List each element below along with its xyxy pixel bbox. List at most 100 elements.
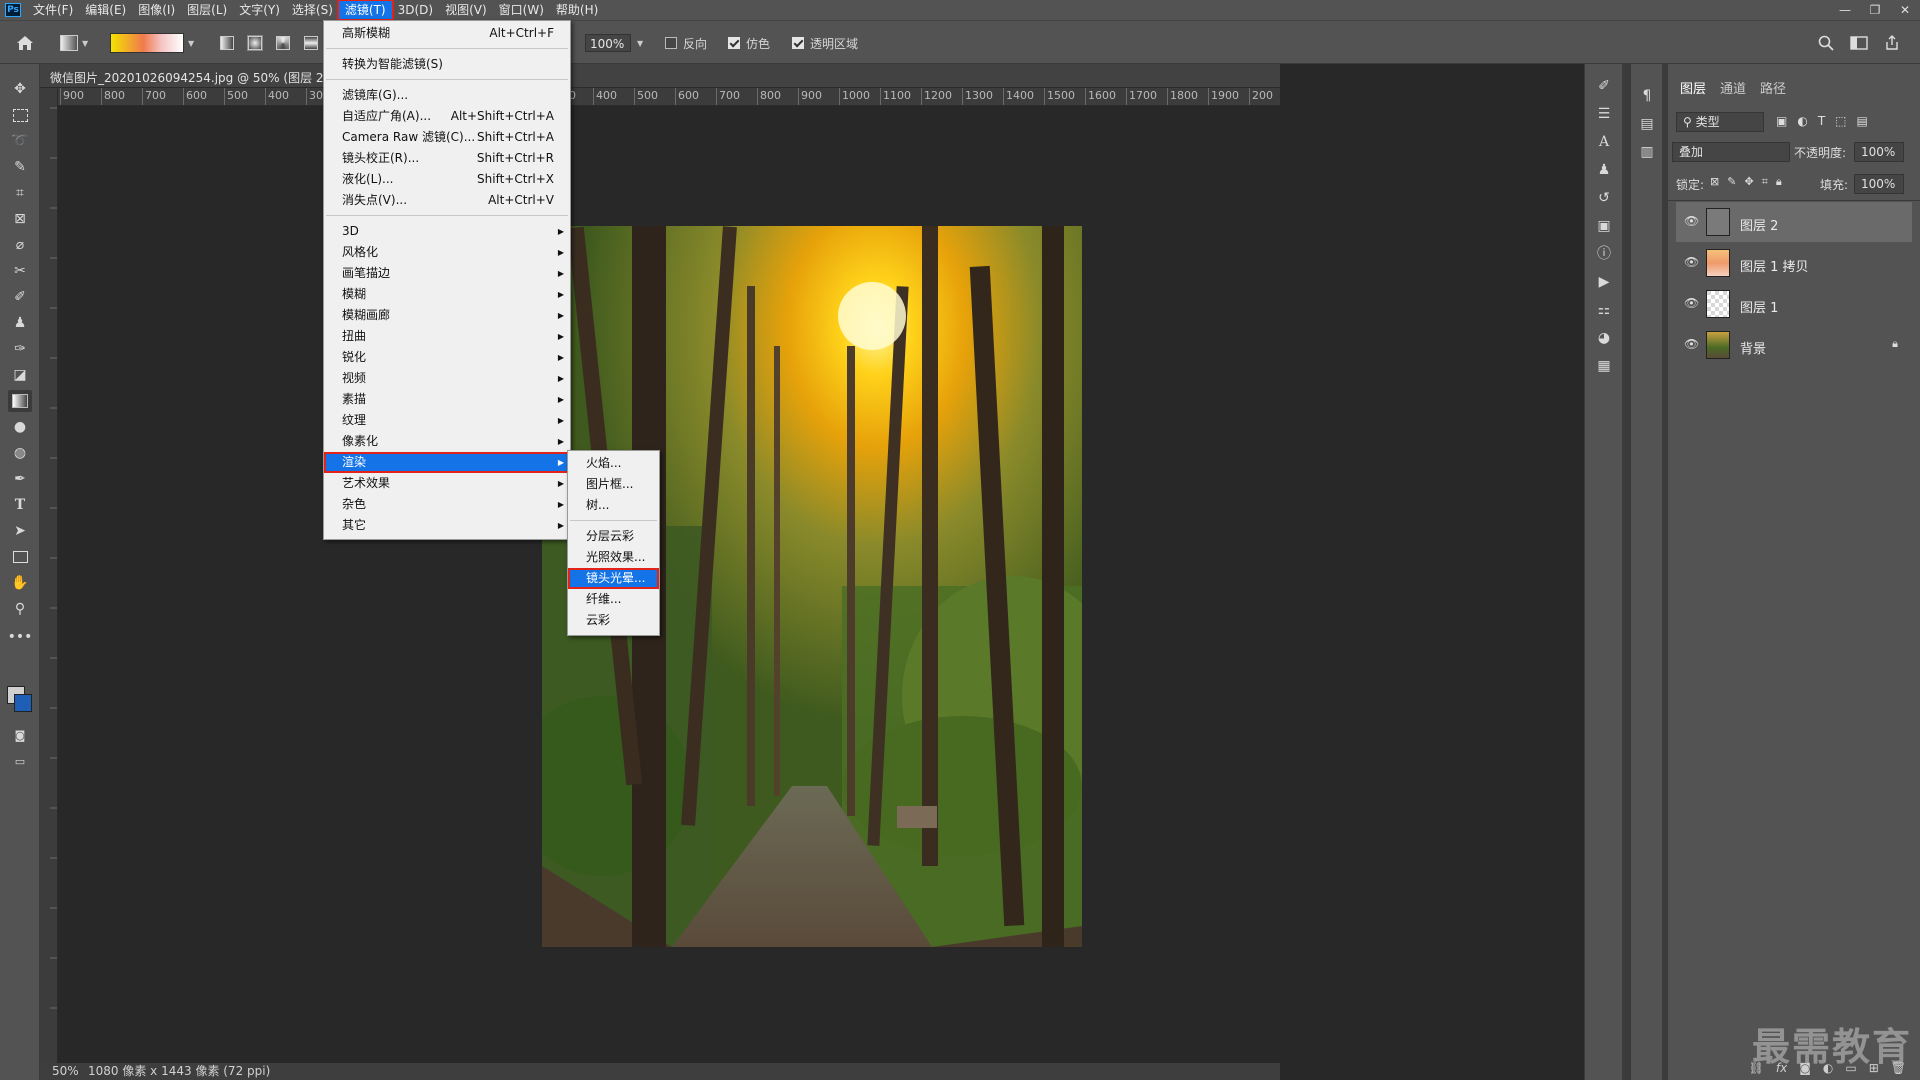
history-brush-tool-icon[interactable]: ✑ <box>8 338 32 360</box>
filter-menu-item[interactable]: 模糊 ▶ <box>324 284 570 305</box>
chevron-down-icon[interactable]: ▼ <box>637 39 643 48</box>
filter-menu-item[interactable]: Camera Raw 滤镜(C)... Shift+Ctrl+A <box>324 127 570 148</box>
move-tool-icon[interactable]: ✥ <box>8 78 32 100</box>
menu-item[interactable]: 滤镜(T) <box>336 0 394 21</box>
menu-item[interactable]: 视图(V) <box>439 1 493 19</box>
type-tool-icon[interactable]: T <box>8 494 32 516</box>
panel-tab[interactable]: 图层 <box>1680 78 1706 97</box>
panel-tab[interactable]: 通道 <box>1720 78 1746 97</box>
render-submenu-item[interactable]: 纤维... <box>568 589 659 610</box>
type-filter-icon[interactable]: T <box>1818 114 1825 128</box>
filter-menu-item[interactable]: 模糊画廊 ▶ <box>324 305 570 326</box>
document-tab[interactable]: 微信图片_20201026094254.jpg @ 50% (图层 2, <box>40 64 1280 88</box>
dither-checkbox[interactable]: 仿色 <box>728 21 770 65</box>
menu-item[interactable]: 帮助(H) <box>550 1 604 19</box>
reverse-checkbox[interactable]: 反向 <box>665 21 707 65</box>
render-submenu-item[interactable]: 图片框... <box>568 474 659 495</box>
close-button[interactable]: ✕ <box>1890 0 1920 20</box>
marquee-tool-icon[interactable] <box>8 104 32 126</box>
clone-source-icon[interactable]: ♟ <box>1594 160 1614 180</box>
linear-gradient-icon[interactable] <box>220 36 234 50</box>
dither-check-icon[interactable] <box>728 37 740 49</box>
background-color-swatch[interactable] <box>14 694 32 712</box>
eyedropper-tool-icon[interactable]: ⌀ <box>8 234 32 256</box>
home-icon[interactable] <box>16 21 34 65</box>
opacity-field[interactable]: 100% <box>585 34 631 52</box>
tool-preset-picker[interactable]: ▼ <box>60 21 88 65</box>
rectangle-tool-icon[interactable] <box>8 546 32 568</box>
layer-thumbnail[interactable] <box>1706 249 1730 277</box>
lock-image-icon[interactable]: ✎ <box>1727 175 1736 189</box>
menu-item[interactable]: 文字(Y) <box>233 1 286 19</box>
libraries-icon[interactable]: ▤ <box>1637 114 1657 134</box>
search-icon[interactable] <box>1818 35 1834 51</box>
menu-item[interactable]: 文件(F) <box>27 1 79 19</box>
pixel-filter-icon[interactable]: ▣ <box>1776 114 1787 128</box>
swatches-icon[interactable]: ⚏ <box>1594 300 1614 320</box>
menu-item[interactable]: 图像(I) <box>132 1 181 19</box>
filter-menu-item[interactable]: 视频 ▶ <box>324 368 570 389</box>
menu-item[interactable]: 窗口(W) <box>493 1 550 19</box>
status-zoom[interactable]: 50% <box>52 1063 79 1080</box>
layer-row[interactable]: 👁︎ 图层 1 <box>1676 284 1912 324</box>
properties-icon[interactable]: ▣ <box>1594 216 1614 236</box>
filter-menu-item[interactable]: 纹理 ▶ <box>324 410 570 431</box>
history-icon[interactable]: ↺ <box>1594 188 1614 208</box>
quick-mask-icon[interactable]: ◙ <box>8 724 32 746</box>
brush-tool-icon[interactable]: ✐ <box>8 286 32 308</box>
filter-menu-item[interactable]: 转换为智能滤镜(S) <box>324 54 570 75</box>
zoom-tool-icon[interactable]: ⚲ <box>8 598 32 620</box>
visibility-eye-icon[interactable]: 👁︎ <box>1684 296 1699 310</box>
pen-tool-icon[interactable]: ✒ <box>8 468 32 490</box>
actions-play-icon[interactable]: ▶ <box>1594 272 1614 292</box>
render-submenu-item[interactable]: 镜头光晕... <box>568 568 659 589</box>
filter-menu-item[interactable]: 画笔描边 ▶ <box>324 263 570 284</box>
filter-menu-item[interactable]: 高斯模糊 Alt+Ctrl+F <box>324 23 570 44</box>
shape-filter-icon[interactable]: ⬚ <box>1835 114 1846 128</box>
lock-artboard-icon[interactable]: ⌗ <box>1762 175 1768 189</box>
layer-thumbnail[interactable] <box>1706 331 1730 359</box>
frame-tool-icon[interactable]: ⊠ <box>8 208 32 230</box>
filter-menu-item[interactable]: 液化(L)... Shift+Ctrl+X <box>324 169 570 190</box>
paragraph-icon[interactable]: ¶ <box>1637 86 1657 106</box>
filter-menu-item[interactable]: 杂色 ▶ <box>324 494 570 515</box>
brush-settings-icon[interactable]: ✐ <box>1594 76 1614 96</box>
menu-item[interactable]: 3D(D) <box>392 1 439 19</box>
layer-row[interactable]: 👁︎ 图层 2 <box>1676 202 1912 242</box>
filter-menu-item[interactable]: 其它 ▶ <box>324 515 570 536</box>
adjustment-filter-icon[interactable]: ◐ <box>1797 114 1807 128</box>
visibility-eye-icon[interactable]: 👁︎ <box>1684 337 1699 351</box>
filter-menu-item[interactable]: 艺术效果 ▶ <box>324 473 570 494</box>
layer-row[interactable]: 👁︎ 图层 1 拷贝 <box>1676 243 1912 283</box>
angle-gradient-icon[interactable] <box>276 36 290 50</box>
filter-menu-item[interactable]: 锐化 ▶ <box>324 347 570 368</box>
layer-thumbnail[interactable] <box>1706 208 1730 236</box>
eraser-tool-icon[interactable]: ◪ <box>8 364 32 386</box>
layer-name[interactable]: 图层 1 拷贝 <box>1740 256 1809 275</box>
reverse-check-icon[interactable] <box>665 37 677 49</box>
styles-icon[interactable]: ◕ <box>1594 328 1614 348</box>
notes-icon[interactable]: ▥ <box>1637 142 1657 162</box>
opacity-input[interactable]: 100% <box>1854 142 1904 162</box>
render-submenu-item[interactable]: 光照效果... <box>568 547 659 568</box>
layer-name[interactable]: 图层 2 <box>1740 215 1778 234</box>
minimize-button[interactable]: — <box>1830 0 1860 20</box>
character-icon[interactable]: A <box>1594 132 1614 152</box>
lock-icon[interactable]: 🔒︎ <box>1892 337 1898 351</box>
layer-name[interactable]: 图层 1 <box>1740 297 1778 316</box>
workspace-icon[interactable] <box>1850 35 1868 51</box>
restore-button[interactable]: ❐ <box>1860 0 1890 20</box>
filter-menu-item[interactable]: 消失点(V)... Alt+Ctrl+V <box>324 190 570 211</box>
fill-input[interactable]: 100% <box>1854 174 1904 194</box>
transparency-checkbox[interactable]: 透明区域 <box>792 21 858 65</box>
gradient-picker[interactable]: ▼ <box>110 21 194 65</box>
layer-name[interactable]: 背景 <box>1740 338 1766 357</box>
lock-position-icon[interactable]: ✥ <box>1744 175 1753 189</box>
render-submenu-item[interactable]: 云彩 <box>568 610 659 631</box>
lasso-tool-icon[interactable]: ➰ <box>8 130 32 152</box>
transparency-check-icon[interactable] <box>792 37 804 49</box>
panel-tab[interactable]: 路径 <box>1760 78 1786 97</box>
more-tools-icon[interactable]: ••• <box>8 626 33 648</box>
render-submenu-item[interactable]: 火焰... <box>568 453 659 474</box>
healing-brush-tool-icon[interactable]: ✂ <box>8 260 32 282</box>
